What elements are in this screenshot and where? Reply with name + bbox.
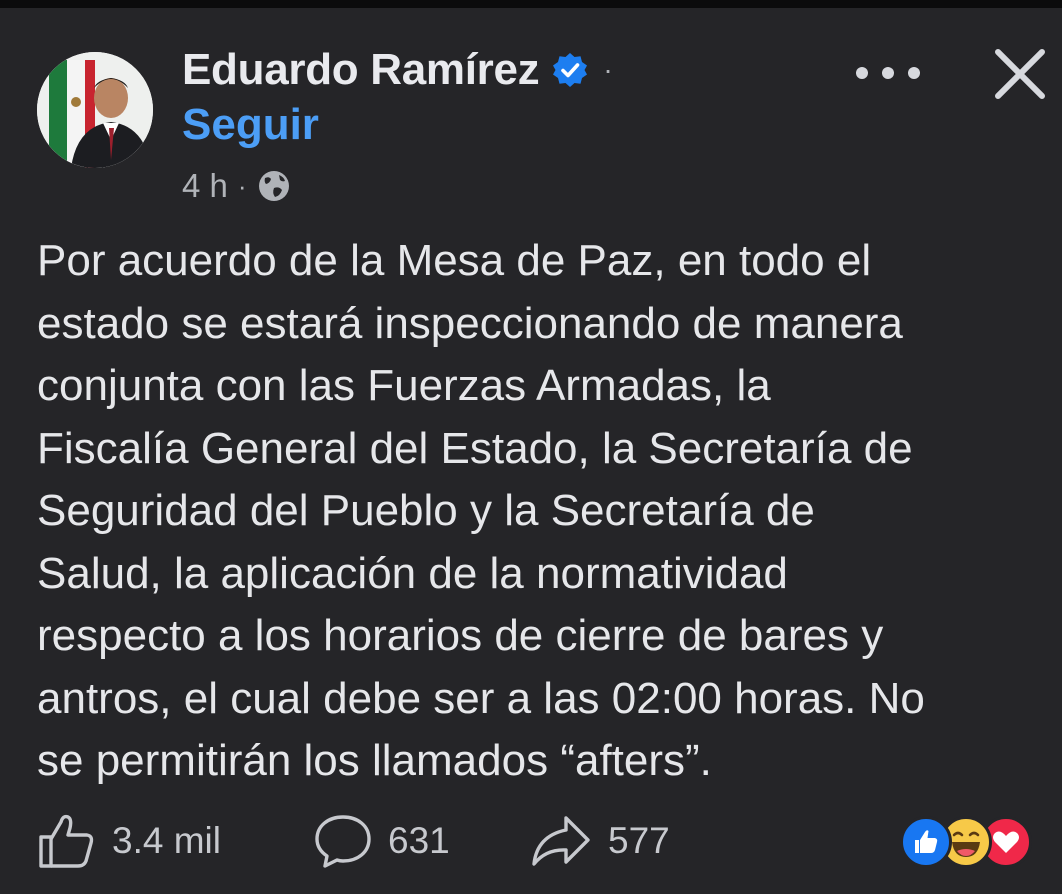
close-button[interactable] [988,42,1052,106]
follow-button[interactable]: Seguir [182,100,319,150]
comment-count: 631 [388,820,450,861]
globe-icon [257,169,291,203]
like-reaction-icon [900,816,952,868]
post-text: Por acuerdo de la Mesa de Paz, en todo e… [37,236,925,785]
name-separator: · [603,54,613,85]
meta-separator: · [237,170,247,201]
top-bar [0,0,1062,8]
author-name[interactable]: Eduardo Ramírez [182,45,540,95]
like-button[interactable]: 3.4 mil [36,810,221,872]
share-count: 577 [608,820,670,861]
verified-badge-icon [551,51,589,89]
comment-icon [315,815,371,868]
close-icon [995,49,1045,99]
more-options-button[interactable] [856,58,920,88]
avatar[interactable] [37,52,153,168]
comment-button[interactable]: 631 [312,810,450,872]
dot-icon [856,67,868,79]
author-row: Eduardo Ramírez · [182,40,613,100]
post-time[interactable]: 4 h [182,167,228,205]
action-bar: 3.4 mil 631 577 [36,810,1056,872]
dot-icon [882,67,894,79]
like-count: 3.4 mil [112,820,221,861]
share-button[interactable]: 577 [528,810,670,872]
share-icon [532,816,590,866]
reactions-summary[interactable] [900,816,1048,868]
thumbs-up-icon [39,814,94,868]
dot-icon [908,67,920,79]
post-meta: 4 h · [182,166,291,206]
